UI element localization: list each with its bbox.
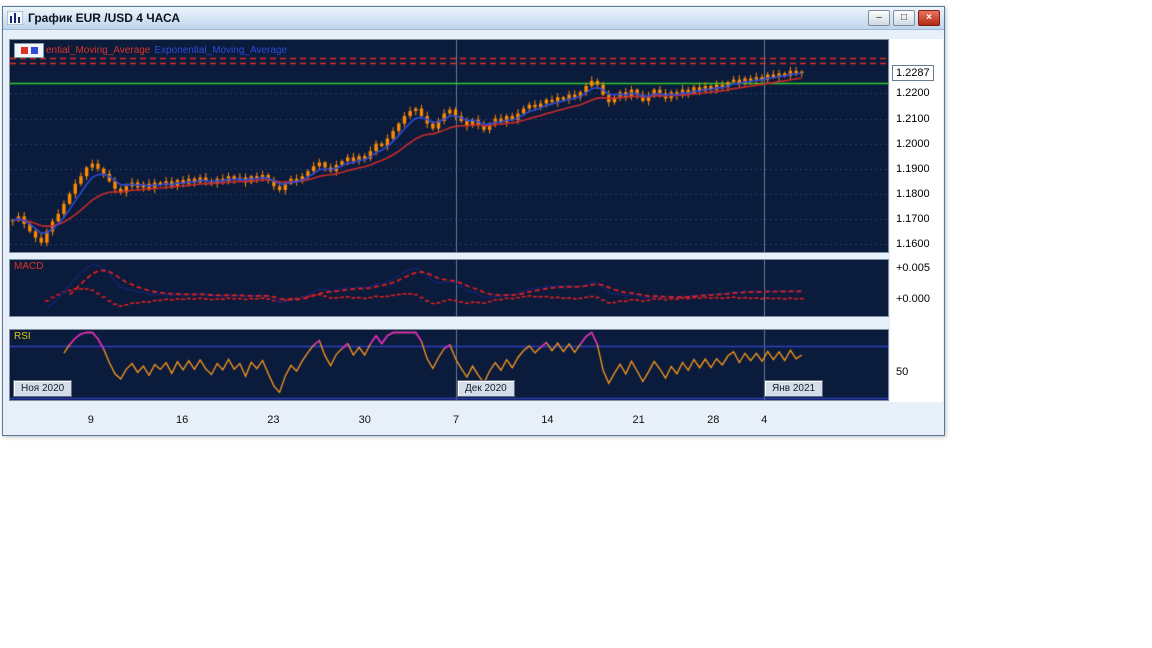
price-chart-canvas[interactable] [10, 40, 888, 252]
axis-tick-label: 1.1700 [896, 212, 930, 225]
macd-canvas[interactable] [10, 260, 888, 316]
axis-tick-label: 1.1900 [896, 162, 930, 175]
time-axis: 9 16 23 30 7 14 21 28 4 [10, 411, 888, 429]
ema-blue-label: Exponential_Moving_Average [154, 45, 288, 56]
time-tick-label: 14 [541, 414, 554, 426]
rsi-panel: RSI [9, 329, 889, 401]
date-button-nov-2020[interactable]: Ноя 2020 [13, 380, 73, 397]
macd-label: MACD [14, 261, 44, 272]
ema-red-label: ential_Moving_Average [46, 45, 151, 56]
title-bar[interactable]: График EUR /USD 4 ЧАСА – □ × [3, 7, 944, 30]
legend-color-box [14, 43, 44, 58]
chart-window: График EUR /USD 4 ЧАСА – □ × ential_Movi… [2, 6, 945, 436]
time-tick-label: 28 [707, 414, 720, 426]
close-button[interactable]: × [918, 10, 940, 26]
time-tick-label: 23 [267, 414, 280, 426]
red-square-icon [20, 47, 28, 54]
indicator-legend[interactable]: ential_Moving_Average Exponential_Moving… [14, 43, 287, 58]
macd-axis: +0.005 +0.000 [892, 260, 942, 316]
date-button-dec-2020[interactable]: Дек 2020 [457, 380, 515, 397]
minimize-button[interactable]: – [868, 10, 890, 26]
axis-tick-label: +0.000 [896, 292, 930, 305]
current-price-tag: 1.2287 [892, 64, 934, 81]
time-tick-label: 21 [632, 414, 645, 426]
axis-tick-label: 1.1800 [896, 187, 930, 200]
window-title: График EUR /USD 4 ЧАСА [28, 11, 181, 25]
axis-tick-label: 1.2000 [896, 137, 930, 150]
axis-tick-label: +0.005 [896, 261, 930, 274]
axis-tick-label: 1.2100 [896, 112, 930, 125]
axis-tick-label: 50 [896, 365, 909, 378]
time-tick-label: 30 [358, 414, 371, 426]
axis-tick-label: 1.2200 [896, 87, 930, 100]
rsi-label: RSI [14, 331, 31, 342]
price-axis: 1.2287 1.2200 1.2100 1.2000 1.1900 1.1800 1.17… [892, 40, 942, 252]
axis-tick-label: 1.1600 [896, 237, 930, 250]
time-tick-label: 7 [452, 414, 460, 426]
rsi-axis: 50 [892, 330, 942, 400]
macd-panel: MACD [9, 259, 889, 317]
maximize-button[interactable]: □ [893, 10, 915, 26]
price-chart-panel [9, 39, 889, 253]
blue-square-icon [30, 47, 38, 54]
date-button-jan-2021[interactable]: Янв 2021 [764, 380, 824, 397]
time-tick-label: 16 [175, 414, 189, 426]
chart-icon[interactable] [6, 10, 24, 26]
time-tick-label: 4 [761, 414, 768, 426]
time-tick-label: 9 [87, 414, 94, 426]
rsi-canvas[interactable] [10, 330, 888, 400]
